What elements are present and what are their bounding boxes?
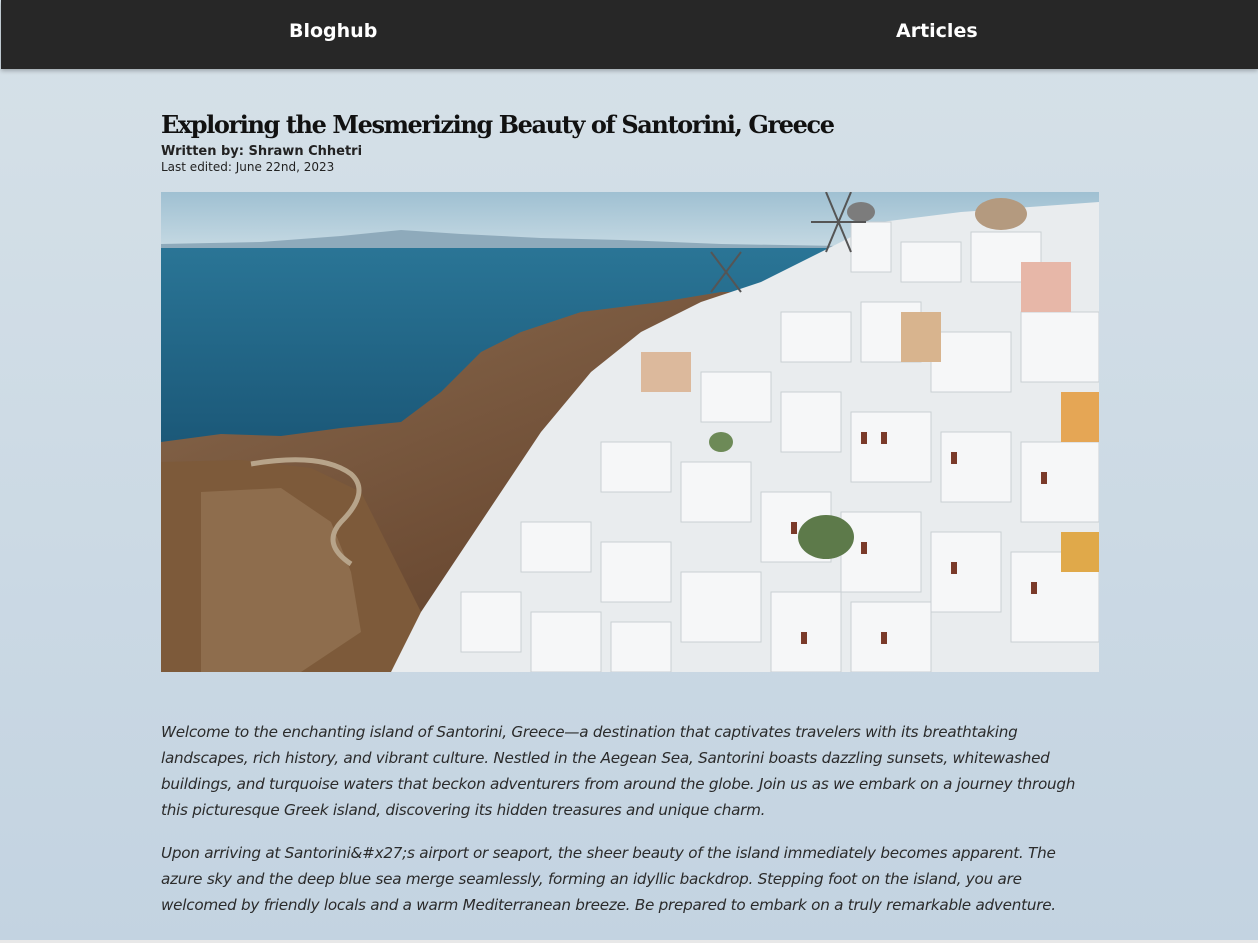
- brand-link[interactable]: Bloghub: [289, 20, 377, 42]
- article-body: Welcome to the enchanting island of Sant…: [161, 719, 1099, 935]
- article-title: Exploring the Mesmerizing Beauty of Sant…: [161, 110, 835, 139]
- article-paragraph: Welcome to the enchanting island of Sant…: [161, 723, 1076, 819]
- article-paragraph: Upon arriving at Santorini&#x27;s airpor…: [161, 844, 1056, 914]
- article-header: Exploring the Mesmerizing Beauty of Sant…: [161, 108, 1099, 175]
- articles-link[interactable]: Articles: [896, 20, 978, 42]
- santorini-photo: [161, 192, 1099, 672]
- article-last-edited: Last edited: June 22nd, 2023: [161, 160, 335, 174]
- article-author: Written by: Shrawn Chhetri: [161, 144, 363, 159]
- article-hero-image: [161, 192, 1099, 672]
- top-navigation-bar: Bloghub Articles: [1, 0, 1258, 69]
